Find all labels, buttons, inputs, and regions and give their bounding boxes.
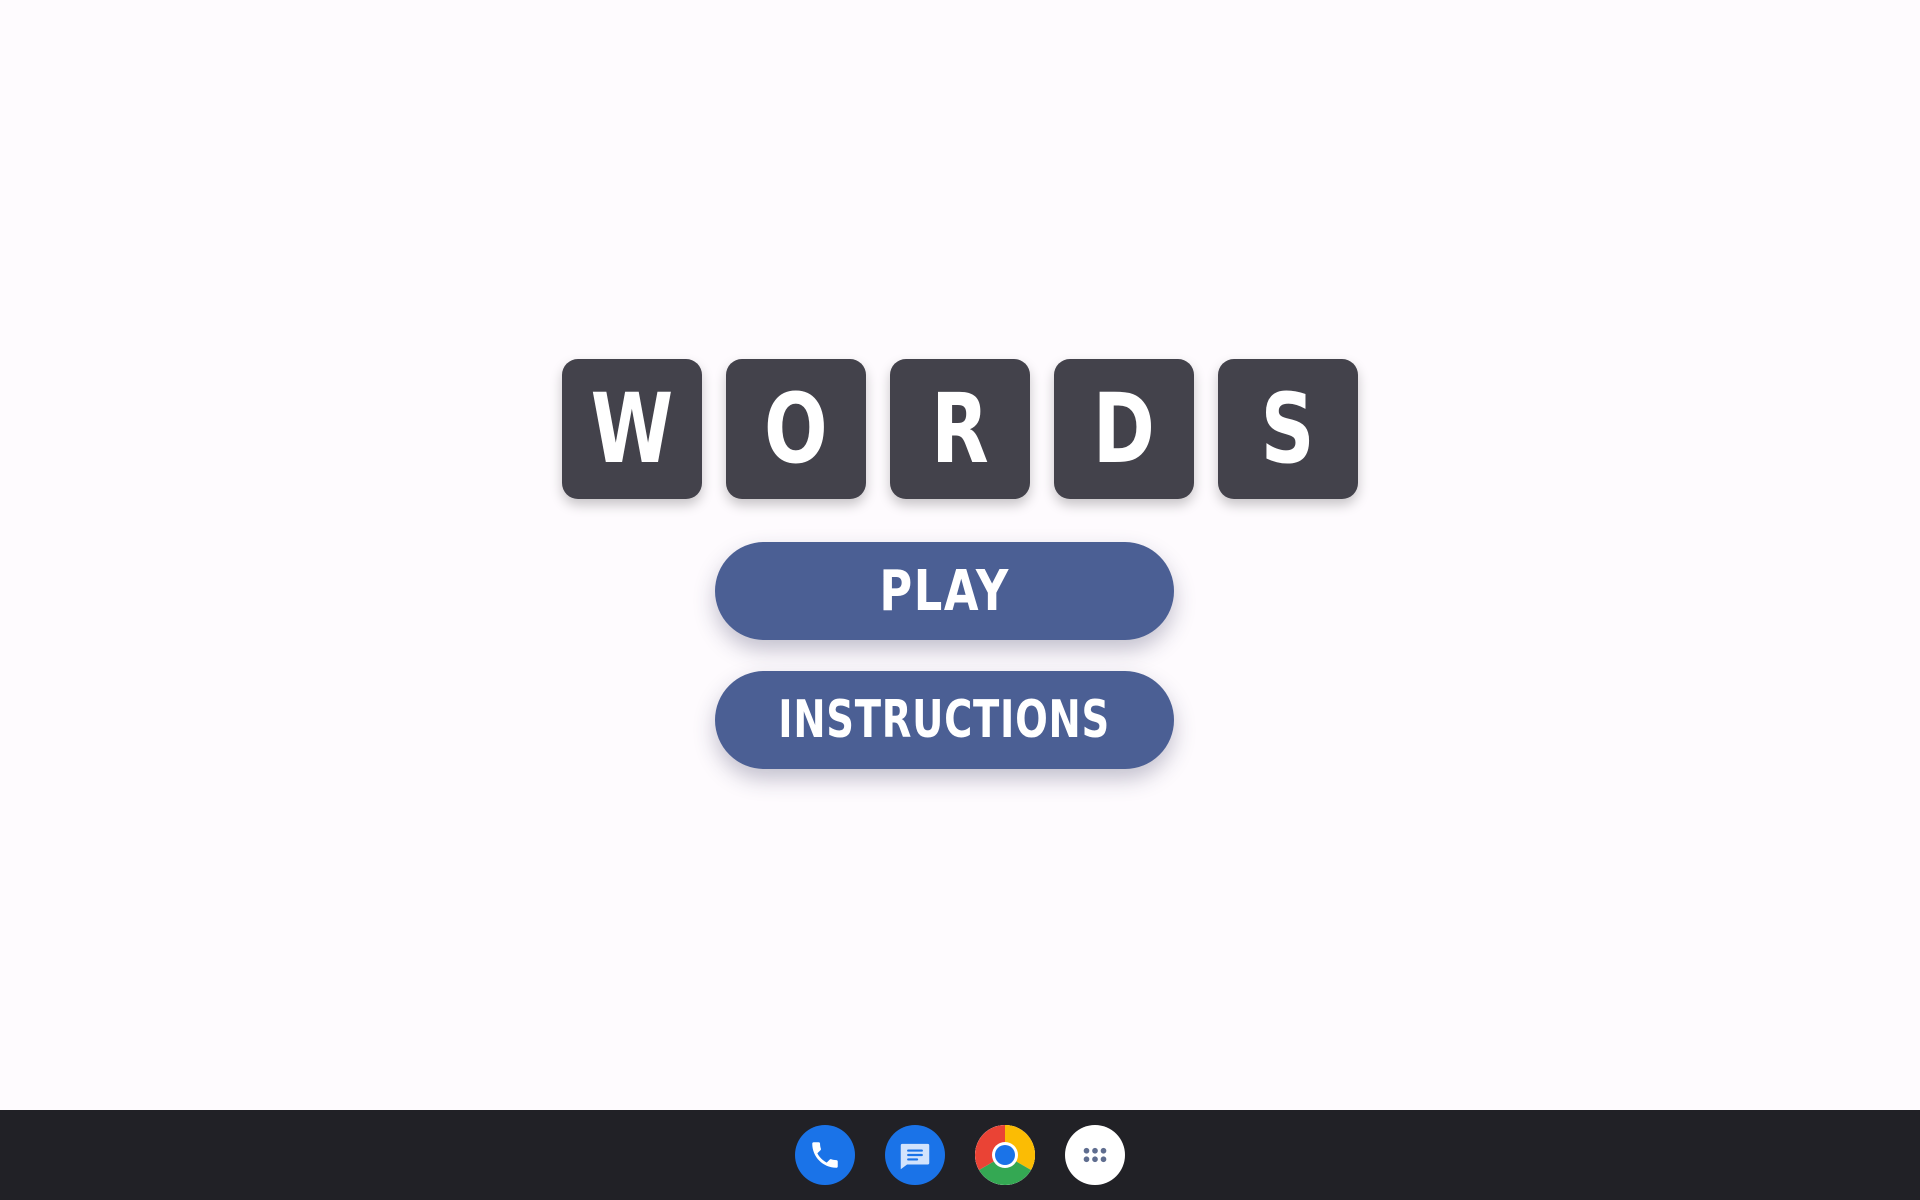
instructions-button[interactable]: INSTRUCTIONS: [715, 671, 1174, 769]
title-tile-w: W: [562, 359, 702, 499]
title-tile-d: D: [1054, 359, 1194, 499]
title-letter: R: [931, 373, 989, 485]
title-tile-s: S: [1218, 359, 1358, 499]
title-letter: D: [1092, 373, 1156, 485]
phone-icon[interactable]: [795, 1125, 855, 1185]
title-letter: W: [590, 373, 674, 485]
taskbar: [0, 1110, 1920, 1200]
title-letter: S: [1261, 373, 1315, 485]
title-letter: O: [764, 373, 828, 485]
instructions-button-label: INSTRUCTIONS: [778, 690, 1111, 750]
title-tile-r: R: [890, 359, 1030, 499]
messages-icon[interactable]: [885, 1125, 945, 1185]
chrome-icon[interactable]: [975, 1125, 1035, 1185]
game-screen: W O R D S PLAY INSTRUCTIONS: [0, 0, 1920, 1200]
title-tile-o: O: [726, 359, 866, 499]
app-launcher-icon[interactable]: [1065, 1125, 1125, 1185]
play-button-label: PLAY: [879, 558, 1010, 624]
play-button[interactable]: PLAY: [715, 542, 1174, 640]
game-title: W O R D S: [562, 359, 1358, 499]
